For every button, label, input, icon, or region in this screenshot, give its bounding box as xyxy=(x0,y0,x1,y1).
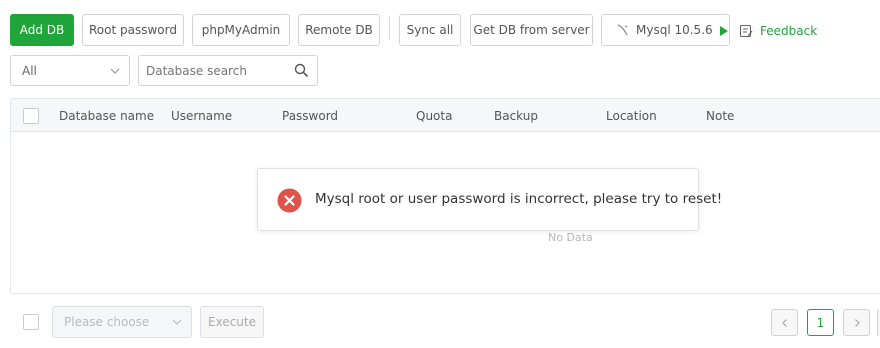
empty-state-text: No Data xyxy=(548,231,593,244)
page-1-button[interactable]: 1 xyxy=(807,309,834,336)
column-header-quota: Quota xyxy=(416,109,453,123)
feedback-label: Feedback xyxy=(760,24,818,38)
feedback-icon xyxy=(739,24,753,38)
mysql-version-label: Mysql 10.5.6 xyxy=(636,23,713,37)
search-icon[interactable] xyxy=(294,63,309,78)
chevron-down-icon xyxy=(172,319,182,325)
add-db-button[interactable]: Add DB xyxy=(10,14,74,46)
column-header-backup: Backup xyxy=(494,109,538,123)
remote-db-button[interactable]: Remote DB xyxy=(298,14,380,46)
mysql-logo-icon xyxy=(616,23,630,37)
sync-all-button[interactable]: Sync all xyxy=(399,14,461,46)
column-header-location: Location xyxy=(606,109,657,123)
error-message: Mysql root or user password is incorrect… xyxy=(315,191,723,207)
select-all-checkbox[interactable] xyxy=(23,108,39,124)
toolbar-divider xyxy=(389,17,390,39)
mysql-version-button[interactable]: Mysql 10.5.6 xyxy=(601,14,730,46)
chevron-left-icon xyxy=(781,318,787,327)
root-password-button[interactable]: Root password xyxy=(82,14,184,46)
column-header-password: Password xyxy=(282,109,339,123)
chevron-down-icon xyxy=(110,68,120,74)
execute-button[interactable]: Execute xyxy=(200,306,264,338)
prev-page-button[interactable] xyxy=(771,309,798,336)
database-search-field[interactable] xyxy=(138,55,318,86)
batch-action-select[interactable]: Please choose xyxy=(52,306,192,338)
chevron-right-icon xyxy=(854,318,860,327)
column-header-note: Note xyxy=(706,109,735,123)
footer-select-all-checkbox[interactable] xyxy=(23,314,39,330)
category-select-value: All xyxy=(22,63,37,78)
error-icon xyxy=(277,188,302,213)
play-icon xyxy=(719,25,729,36)
next-page-button[interactable] xyxy=(843,309,870,336)
column-header-database-name[interactable]: Database name xyxy=(59,109,154,123)
column-header-username: Username xyxy=(171,109,233,123)
get-db-from-server-button[interactable]: Get DB from server xyxy=(470,14,593,46)
feedback-link[interactable]: Feedback xyxy=(739,22,817,40)
error-toast: Mysql root or user password is incorrect… xyxy=(257,168,722,231)
batch-action-placeholder: Please choose xyxy=(64,315,150,329)
category-select[interactable]: All xyxy=(10,55,130,86)
database-search-input[interactable] xyxy=(146,62,286,80)
phpmyadmin-button[interactable]: phpMyAdmin xyxy=(192,14,290,46)
